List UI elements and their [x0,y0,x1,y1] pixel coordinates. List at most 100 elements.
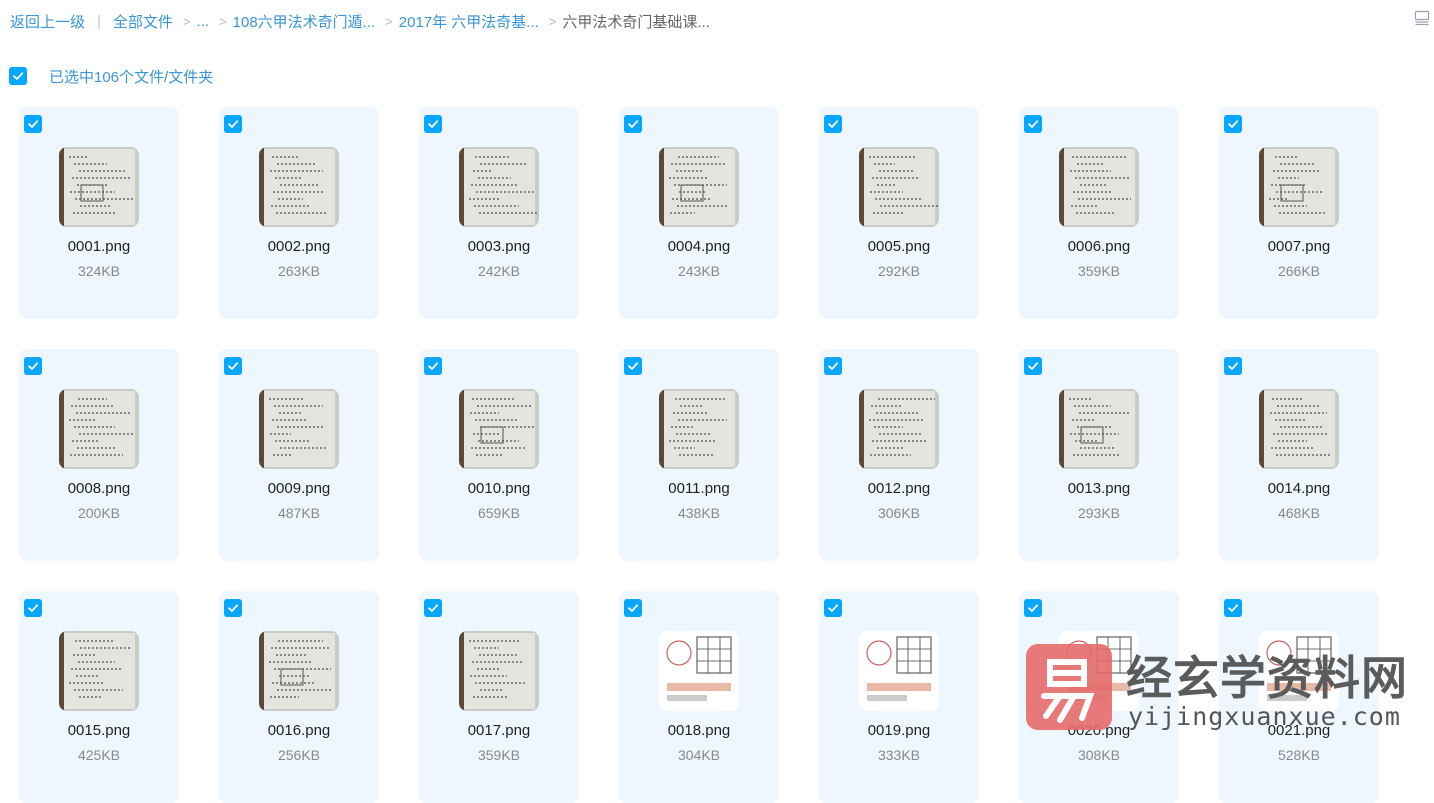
breadcrumb-ellipsis[interactable]: ... [197,13,210,30]
file-checkbox[interactable] [624,357,642,375]
file-name[interactable]: 0005.png [819,238,979,255]
file-name[interactable]: 0006.png [1019,238,1179,255]
file-card[interactable]: 0002.png 263KB [219,107,379,319]
file-card[interactable]: 0008.png 200KB [19,349,179,561]
breadcrumb-root[interactable]: 全部文件 [113,11,173,32]
select-all-row: 已选中106个文件/文件夹 [9,66,213,86]
file-name[interactable]: 0008.png [19,480,179,497]
file-checkbox[interactable] [424,357,442,375]
breadcrumb-folder-1[interactable]: 108六甲法术奇门遁... [233,11,376,32]
file-thumbnail[interactable] [1059,389,1139,469]
file-card[interactable]: 0012.png 306KB [819,349,979,561]
file-name[interactable]: 0012.png [819,480,979,497]
file-name[interactable]: 0018.png [619,722,779,739]
file-checkbox[interactable] [1224,357,1242,375]
file-thumbnail[interactable] [659,389,739,469]
file-name[interactable]: 0001.png [19,238,179,255]
file-checkbox[interactable] [1224,599,1242,617]
file-checkbox[interactable] [224,357,242,375]
file-size: 487KB [277,505,321,521]
file-card[interactable]: 0019.png 333KB [819,591,979,803]
file-checkbox[interactable] [824,357,842,375]
file-checkbox[interactable] [824,115,842,133]
file-card[interactable]: 0007.png 266KB [1219,107,1379,319]
file-checkbox[interactable] [424,115,442,133]
file-size: 468KB [1277,505,1321,521]
file-card[interactable]: 0017.png 359KB [419,591,579,803]
file-card[interactable]: 0013.png 293KB [1019,349,1179,561]
file-thumbnail[interactable] [459,631,539,711]
file-card[interactable]: 0001.png 324KB [19,107,179,319]
file-thumbnail[interactable] [59,147,139,227]
file-checkbox[interactable] [624,599,642,617]
file-name[interactable]: 0010.png [419,480,579,497]
file-checkbox[interactable] [424,599,442,617]
file-checkbox[interactable] [24,357,42,375]
breadcrumb-folder-2[interactable]: 2017年 六甲法奇基... [399,11,539,32]
checkmark-icon [228,604,239,612]
file-checkbox[interactable] [224,115,242,133]
file-name[interactable]: 0015.png [19,722,179,739]
checkmark-icon [1228,604,1239,612]
file-name[interactable]: 0002.png [219,238,379,255]
file-thumbnail[interactable] [459,147,539,227]
file-name[interactable]: 0009.png [219,480,379,497]
file-thumbnail[interactable] [859,147,939,227]
file-size: 200KB [77,505,121,521]
file-thumbnail[interactable] [1259,389,1339,469]
file-size: 266KB [1277,263,1321,279]
file-card[interactable]: 0014.png 468KB [1219,349,1379,561]
file-thumbnail[interactable] [59,389,139,469]
file-name[interactable]: 0004.png [619,238,779,255]
file-thumbnail[interactable] [859,389,939,469]
back-link[interactable]: 返回上一级 [10,11,85,32]
file-thumbnail[interactable] [259,147,339,227]
file-card[interactable]: 0005.png 292KB [819,107,979,319]
selection-count: 已选中106个文件/文件夹 [49,68,214,86]
file-name[interactable]: 0016.png [219,722,379,739]
file-size: 438KB [677,505,721,521]
file-card[interactable]: 0015.png 425KB [19,591,179,803]
file-card[interactable]: 0016.png 256KB [219,591,379,803]
file-card[interactable]: 0006.png 359KB [1019,107,1179,319]
list-view-icon[interactable] [1414,10,1430,26]
file-name[interactable]: 0003.png [419,238,579,255]
file-checkbox[interactable] [24,115,42,133]
file-checkbox[interactable] [1024,599,1042,617]
file-checkbox[interactable] [24,599,42,617]
file-name[interactable]: 0011.png [619,480,779,497]
file-checkbox[interactable] [624,115,642,133]
file-checkbox[interactable] [224,599,242,617]
file-checkbox[interactable] [1024,115,1042,133]
file-thumbnail[interactable] [659,147,739,227]
file-thumbnail[interactable] [1059,147,1139,227]
file-size: 324KB [77,263,121,279]
file-thumbnail[interactable] [259,389,339,469]
checkmark-icon [228,362,239,370]
file-name[interactable]: 0007.png [1219,238,1379,255]
file-thumbnail[interactable] [459,389,539,469]
file-checkbox[interactable] [1024,357,1042,375]
file-thumbnail[interactable] [659,631,739,711]
file-thumbnail[interactable] [859,631,939,711]
file-card[interactable]: 0004.png 243KB [619,107,779,319]
file-thumbnail[interactable] [259,631,339,711]
file-card[interactable]: 0010.png 659KB [419,349,579,561]
file-thumbnail[interactable] [1259,147,1339,227]
file-checkbox[interactable] [1224,115,1242,133]
file-card[interactable]: 0003.png 242KB [419,107,579,319]
file-name[interactable]: 0019.png [819,722,979,739]
file-name[interactable]: 0017.png [419,722,579,739]
checkmark-icon [1228,362,1239,370]
breadcrumb: 返回上一级 | 全部文件 > ... > 108六甲法术奇门遁... > 201… [10,10,710,32]
file-name[interactable]: 0013.png [1019,480,1179,497]
file-checkbox[interactable] [824,599,842,617]
file-card[interactable]: 0011.png 438KB [619,349,779,561]
file-card[interactable]: 0018.png 304KB [619,591,779,803]
file-thumbnail[interactable] [59,631,139,711]
file-card[interactable]: 0009.png 487KB [219,349,379,561]
checkmark-icon [428,604,439,612]
chevron-right-icon: > [548,13,557,29]
file-name[interactable]: 0014.png [1219,480,1379,497]
select-all-checkbox[interactable] [9,67,27,85]
